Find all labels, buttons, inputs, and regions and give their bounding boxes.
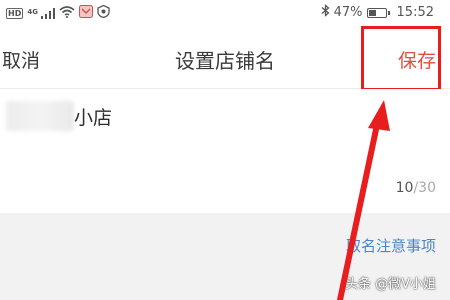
title-bar: 取消 设置店铺名 保存	[0, 24, 450, 91]
status-bar: HD 4G 47% 15:52	[0, 0, 450, 24]
lower-panel: 取名注意事项 头条 @微V小姐	[0, 213, 450, 300]
shield-app-icon	[97, 4, 110, 21]
store-name-input[interactable]: 小店 10/30	[0, 89, 450, 213]
wifi-icon	[59, 5, 75, 21]
screen: HD 4G 47% 15:52 取消 设置店铺名 保存 小店 10/30 取名注…	[0, 0, 450, 300]
bluetooth-icon	[321, 4, 330, 21]
char-count-current: 10	[395, 180, 414, 196]
battery-percent: 47%	[333, 5, 363, 20]
clock: 15:52	[396, 5, 434, 20]
char-count-max: 30	[418, 180, 436, 196]
battery-icon	[366, 7, 390, 18]
hd-icon: HD	[6, 7, 24, 19]
notification-app-icon	[78, 5, 93, 21]
blurred-name-prefix	[6, 101, 74, 131]
status-right: 47% 15:52	[321, 4, 434, 21]
save-highlight-box	[361, 26, 441, 91]
network-type-label: 4G	[27, 7, 38, 16]
status-left: HD 4G	[6, 4, 110, 21]
watermark: 头条 @微V小姐	[344, 277, 436, 292]
4g-signal-icon: 4G	[27, 7, 55, 19]
store-name-value: 小店	[74, 107, 113, 129]
naming-rules-link[interactable]: 取名注意事项	[346, 235, 436, 256]
battery-level-fill	[368, 9, 376, 16]
char-counter: 10/30	[396, 180, 436, 196]
